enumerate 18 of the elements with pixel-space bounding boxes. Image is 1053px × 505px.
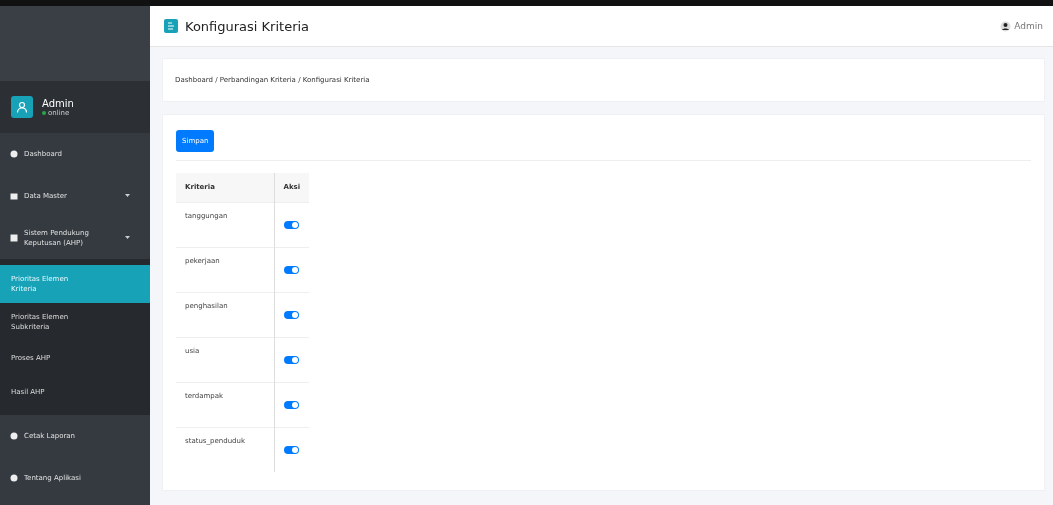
toggle-switch[interactable] [283, 265, 299, 274]
toggle-switch[interactable] [283, 400, 299, 409]
menu-icon [10, 192, 18, 200]
page-title: Konfigurasi Kriteria [185, 18, 311, 34]
menu-icon [10, 474, 18, 482]
toggle-switch[interactable] [283, 355, 299, 364]
toggle-switch[interactable] [283, 310, 299, 319]
user-avatar-icon [11, 96, 33, 118]
toggle-switch[interactable] [283, 445, 299, 454]
menu-icon [10, 150, 18, 158]
page-icon [164, 19, 178, 33]
user-name: Admin [42, 97, 74, 109]
menu-icon [10, 432, 18, 440]
menu-icon [10, 234, 18, 242]
toggle-switch[interactable] [283, 220, 299, 229]
header-user-link[interactable]: Admin [1014, 21, 1043, 31]
online-dot-icon [42, 110, 46, 115]
user-icon [1000, 20, 1012, 32]
